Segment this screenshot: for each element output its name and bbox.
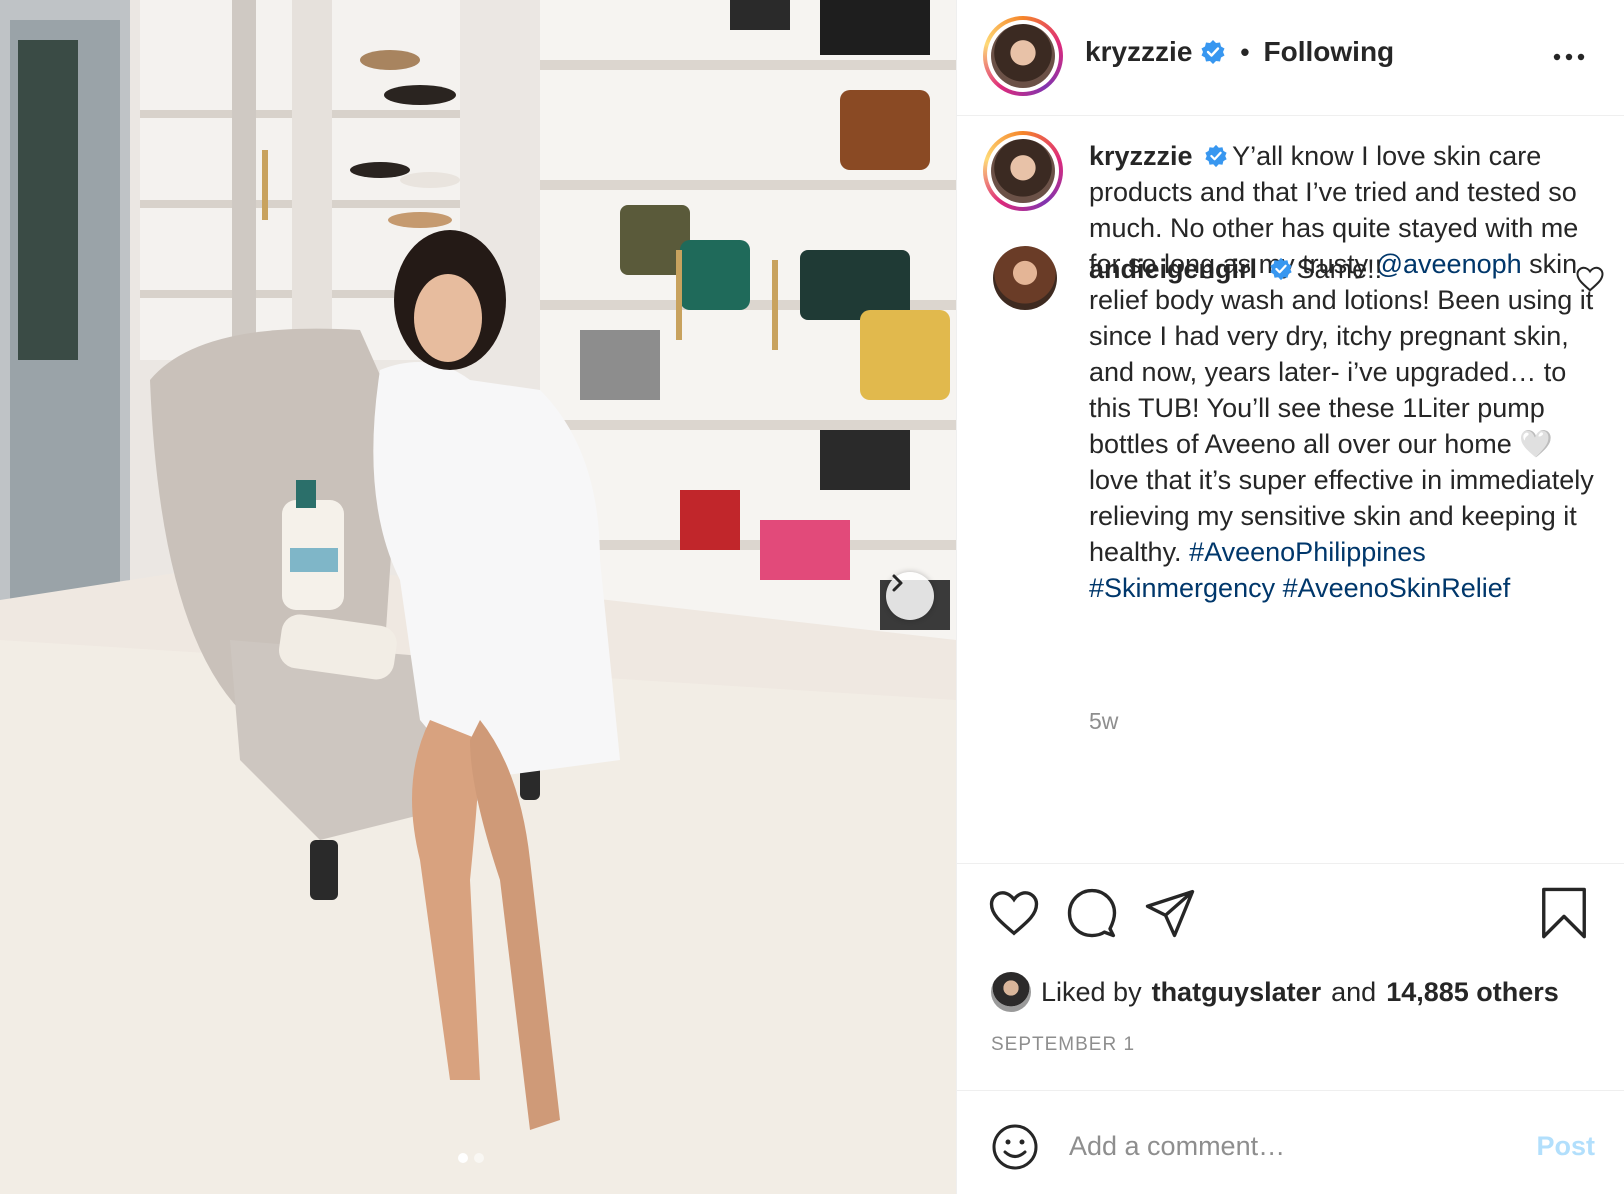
comment-like-heart-icon[interactable] — [1575, 264, 1605, 294]
commenter-username[interactable]: andieigengirl — [1089, 254, 1257, 284]
comment-input[interactable] — [1069, 1121, 1489, 1171]
carousel-dot — [474, 1153, 484, 1163]
add-comment-bar: Post — [957, 1090, 1624, 1194]
verified-badge-icon — [1269, 257, 1292, 280]
comment-body: Same!! — [1296, 254, 1383, 284]
commenter-avatar[interactable] — [993, 246, 1057, 310]
likes-prefix: Liked by — [1041, 976, 1142, 1007]
share-icon[interactable] — [1143, 886, 1197, 940]
carousel-indicator — [458, 1153, 484, 1163]
hashtag-link[interactable]: #AveenoPhilippines — [1189, 537, 1426, 567]
comment-item: andieigengirl Same!! — [957, 116, 1624, 310]
comments-section: kryzzzie Y’all know I love skin care pro… — [957, 116, 1624, 864]
post-header: kryzzzie • Following — [957, 0, 1624, 116]
caption-age[interactable]: 5w — [1089, 708, 1118, 735]
hashtag-link[interactable]: #Skinmergency — [1089, 573, 1275, 603]
chevron-right-icon — [892, 574, 903, 592]
post-caption: kryzzzie Y’all know I love skin care pro… — [1089, 138, 1599, 606]
likes-summary: Liked by thatguyslater and 14,885 others — [991, 972, 1559, 1012]
bookmark-icon[interactable] — [1537, 886, 1591, 940]
carousel-dot-active — [458, 1153, 468, 1163]
carousel-next-button[interactable] — [886, 572, 934, 620]
action-bar — [957, 866, 1624, 956]
likes-count-link[interactable]: 14,885 others — [1386, 977, 1559, 1008]
liker-avatar[interactable] — [991, 972, 1031, 1012]
post-photo[interactable] — [0, 0, 956, 1194]
verified-badge-icon — [1201, 40, 1225, 64]
more-options-icon[interactable] — [1549, 42, 1589, 72]
likes-conjunction: and — [1331, 976, 1377, 1007]
author-username[interactable]: kryzzzie — [1085, 36, 1192, 68]
caption-text-part: skin relief body wash and lotions! Been … — [1089, 249, 1594, 567]
photo-illustration — [0, 0, 956, 1194]
post-comment-button[interactable]: Post — [1536, 1131, 1595, 1162]
hashtag-link[interactable]: #AveenoSkinRelief — [1283, 573, 1511, 603]
heart-icon[interactable] — [987, 886, 1041, 940]
following-button[interactable]: Following — [1264, 36, 1395, 68]
liker-username[interactable]: thatguyslater — [1152, 977, 1322, 1008]
mention-link[interactable]: @aveenoph — [1376, 249, 1522, 279]
comment-text: andieigengirl Same!! — [1089, 254, 1382, 285]
emoji-icon[interactable] — [991, 1123, 1039, 1171]
author-avatar[interactable] — [983, 16, 1063, 96]
post-date[interactable]: SEPTEMBER 1 — [991, 1034, 1135, 1056]
post-sidebar: kryzzzie • Following kryzzzie Y’all know… — [956, 0, 1624, 1194]
header-separator: • — [1240, 36, 1250, 67]
comment-icon[interactable] — [1065, 886, 1119, 940]
